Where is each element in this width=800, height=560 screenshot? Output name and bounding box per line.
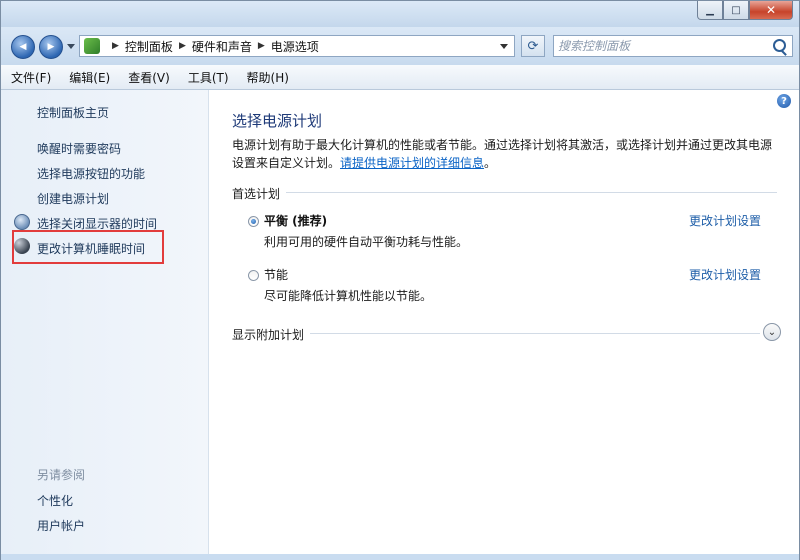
- window: ▁ □ ✕ ◀ ▶ ▶ 控制面板 ▶ 硬件和声音 ▶ 电源选项 ⟳ 文件(F) …: [0, 0, 800, 560]
- menu-tools[interactable]: 工具(T): [180, 69, 237, 86]
- plan-name-balanced: 平衡 (推荐): [264, 212, 327, 229]
- page-title: 选择电源计划: [232, 112, 323, 130]
- plan-radio-balanced[interactable]: [248, 216, 259, 227]
- navigation-bar: ◀ ▶ ▶ 控制面板 ▶ 硬件和声音 ▶ 电源选项 ⟳: [1, 27, 799, 65]
- address-bar[interactable]: ▶ 控制面板 ▶ 硬件和声音 ▶ 电源选项: [79, 35, 515, 57]
- forward-arrow-icon: ▶: [47, 42, 55, 52]
- refresh-button[interactable]: ⟳: [521, 35, 545, 57]
- menu-bar: 文件(F) 编辑(E) 查看(V) 工具(T) 帮助(H): [1, 65, 799, 90]
- chevron-right-icon: ▶: [112, 41, 119, 51]
- minimize-button[interactable]: ▁: [697, 1, 723, 20]
- description-end: 。: [484, 156, 497, 170]
- plan-desc-balanced: 利用可用的硬件自动平衡功耗与性能。: [264, 235, 469, 249]
- refresh-icon: ⟳: [527, 38, 539, 54]
- highlight-box: [12, 230, 164, 264]
- history-dropdown[interactable]: [67, 44, 75, 49]
- change-plan-settings-balanced[interactable]: 更改计划设置: [689, 212, 761, 229]
- sidebar-item-create-plan[interactable]: 创建电源计划: [37, 190, 109, 207]
- menu-help[interactable]: 帮助(H): [239, 69, 297, 86]
- plan-name-balanced-text: 平衡 (推荐): [264, 214, 328, 228]
- divider: [232, 192, 777, 193]
- breadcrumb-hardware-sound[interactable]: 硬件和声音: [192, 38, 252, 55]
- plan-radio-power-saver[interactable]: [248, 270, 259, 281]
- breadcrumb-power-options[interactable]: 电源选项: [271, 38, 319, 55]
- monitor-icon: [14, 214, 30, 230]
- sidebar-home-link[interactable]: 控制面板主页: [37, 104, 109, 121]
- help-icon[interactable]: ?: [777, 94, 791, 108]
- sidebar-item-wake-password[interactable]: 唤醒时需要密码: [37, 140, 121, 157]
- forward-button[interactable]: ▶: [39, 35, 63, 59]
- chevron-right-icon: ▶: [178, 41, 186, 51]
- maximize-button[interactable]: □: [723, 1, 749, 20]
- show-additional-plans[interactable]: 显示附加计划: [232, 326, 311, 343]
- plan-name-power-saver: 节能: [264, 268, 289, 282]
- control-panel-icon: [84, 38, 100, 54]
- sidebar: 控制面板主页 唤醒时需要密码 选择电源按钮的功能 创建电源计划 选择关闭显示器的…: [1, 90, 209, 554]
- search-box[interactable]: [553, 35, 793, 57]
- sidebar-item-personalization[interactable]: 个性化: [37, 492, 73, 509]
- chevron-right-icon: ▶: [257, 41, 265, 51]
- sidebar-item-user-accounts[interactable]: 用户帐户: [37, 517, 85, 534]
- plan-details-link[interactable]: 请提供电源计划的详细信息: [340, 156, 484, 170]
- plan-desc-power-saver: 尽可能降低计算机性能以节能。: [264, 289, 433, 303]
- window-bottom-border: [1, 554, 799, 560]
- search-input[interactable]: [558, 38, 758, 54]
- main-content: ? 选择电源计划 电源计划有助于最大化计算机的性能或者节能。通过选择计划将其激活…: [209, 90, 799, 554]
- menu-edit[interactable]: 编辑(E): [61, 69, 118, 86]
- window-controls: ▁ □ ✕: [697, 1, 793, 21]
- change-plan-settings-power-saver[interactable]: 更改计划设置: [689, 266, 761, 283]
- breadcrumb-control-panel[interactable]: 控制面板: [125, 38, 173, 55]
- chevron-down-icon[interactable]: ⌄: [763, 323, 781, 341]
- see-also-heading: 另请参阅: [37, 468, 86, 482]
- search-icon[interactable]: [773, 39, 786, 52]
- menu-file[interactable]: 文件(F): [3, 69, 59, 86]
- title-bar: ▁ □ ✕: [1, 1, 799, 27]
- back-arrow-icon: ◀: [19, 42, 27, 52]
- preferred-plans-heading: 首选计划: [232, 185, 287, 202]
- description-text: 电源计划有助于最大化计算机的性能或者节能。通过选择计划将其激活，或选择计划并通过…: [232, 138, 773, 170]
- page-description: 电源计划有助于最大化计算机的性能或者节能。通过选择计划将其激活，或选择计划并通过…: [232, 136, 777, 172]
- divider: [232, 333, 760, 334]
- menu-view[interactable]: 查看(V): [120, 69, 178, 86]
- address-dropdown-icon[interactable]: [500, 44, 508, 49]
- sidebar-item-power-buttons[interactable]: 选择电源按钮的功能: [37, 165, 145, 182]
- back-button[interactable]: ◀: [11, 35, 35, 59]
- close-button[interactable]: ✕: [749, 1, 793, 20]
